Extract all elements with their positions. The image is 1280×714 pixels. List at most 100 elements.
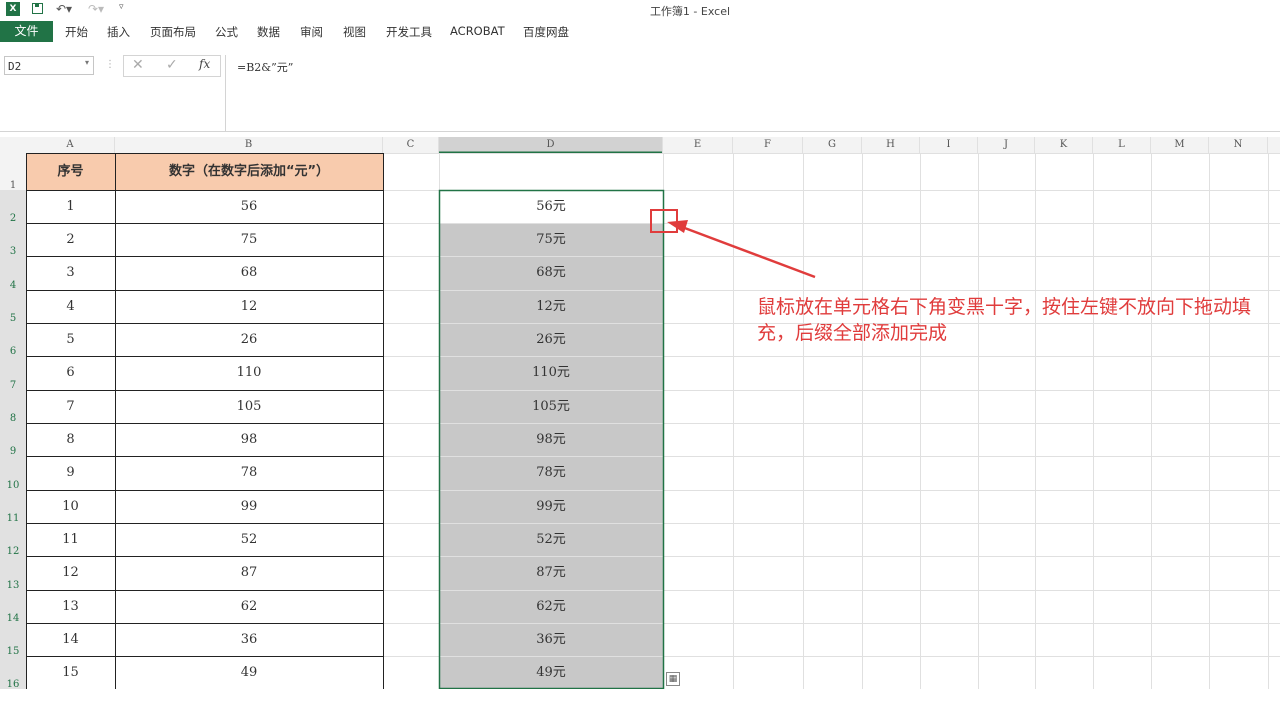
cell-b[interactable]: 99 bbox=[115, 490, 383, 523]
tab-developer[interactable]: 开发工具 bbox=[386, 24, 432, 40]
cell-a[interactable]: 1 bbox=[26, 190, 115, 223]
cell-a[interactable]: 4 bbox=[26, 290, 115, 323]
row-header[interactable]: 14 bbox=[0, 590, 26, 624]
cell-d[interactable]: 62元 bbox=[439, 590, 663, 623]
column-header[interactable]: L bbox=[1093, 137, 1151, 153]
cell-a[interactable]: 14 bbox=[26, 623, 115, 656]
cell-d[interactable]: 52元 bbox=[439, 523, 663, 556]
row-header[interactable]: 7 bbox=[0, 356, 26, 391]
row-header[interactable]: 16 bbox=[0, 656, 26, 690]
tab-acrobat[interactable]: ACROBAT bbox=[450, 24, 505, 38]
cell-a[interactable]: 9 bbox=[26, 456, 115, 490]
column-header[interactable]: F bbox=[733, 137, 803, 153]
cell-d[interactable]: 49元 bbox=[439, 656, 663, 689]
cell-b[interactable]: 78 bbox=[115, 456, 383, 490]
cell-d[interactable]: 26元 bbox=[439, 323, 663, 356]
column-header[interactable]: B bbox=[115, 137, 383, 153]
header-cell-number[interactable]: 数字（在数字后添加“元”） bbox=[115, 153, 383, 190]
cell-d[interactable]: 105元 bbox=[439, 390, 663, 423]
cell-d[interactable]: 110元 bbox=[439, 356, 663, 390]
row-header[interactable]: 1 bbox=[0, 153, 26, 191]
cell-d[interactable]: 12元 bbox=[439, 290, 663, 323]
header-cell-index[interactable]: 序号 bbox=[26, 153, 115, 190]
row-header[interactable]: 9 bbox=[0, 423, 26, 457]
cell-b[interactable]: 110 bbox=[115, 356, 383, 390]
cell-d[interactable]: 87元 bbox=[439, 556, 663, 590]
cell-d[interactable]: 75元 bbox=[439, 223, 663, 256]
tab-data[interactable]: 数据 bbox=[257, 24, 280, 40]
cell-b[interactable]: 52 bbox=[115, 523, 383, 556]
tab-review[interactable]: 审阅 bbox=[300, 24, 323, 40]
row-header[interactable]: 6 bbox=[0, 323, 26, 357]
enter-icon[interactable]: ✓ bbox=[166, 57, 178, 73]
cell-a[interactable]: 5 bbox=[26, 323, 115, 356]
column-header[interactable]: J bbox=[978, 137, 1035, 153]
autofill-options-icon[interactable]: ▦ bbox=[666, 672, 680, 686]
chevron-down-icon[interactable]: ▾ bbox=[85, 58, 89, 67]
cell-b[interactable]: 49 bbox=[115, 656, 383, 689]
cell-b[interactable]: 56 bbox=[115, 190, 383, 223]
tab-formulas[interactable]: 公式 bbox=[215, 24, 238, 40]
cancel-icon[interactable]: ✕ bbox=[132, 57, 144, 73]
resize-handle-icon[interactable]: ⋮ bbox=[105, 59, 115, 70]
cell-b[interactable]: 98 bbox=[115, 423, 383, 456]
column-header[interactable]: M bbox=[1151, 137, 1209, 153]
column-header[interactable]: A bbox=[26, 137, 115, 153]
row-header[interactable]: 3 bbox=[0, 223, 26, 257]
row-header[interactable]: 10 bbox=[0, 456, 26, 491]
cell-b[interactable]: 87 bbox=[115, 556, 383, 590]
cell-a[interactable]: 8 bbox=[26, 423, 115, 456]
cell-a[interactable]: 10 bbox=[26, 490, 115, 523]
cell-d[interactable]: 68元 bbox=[439, 256, 663, 290]
row-header[interactable]: 11 bbox=[0, 490, 26, 524]
cell-b[interactable]: 36 bbox=[115, 623, 383, 656]
column-header[interactable]: C bbox=[383, 137, 439, 153]
cell-a[interactable]: 2 bbox=[26, 223, 115, 256]
annotation-arrow bbox=[650, 209, 816, 279]
column-header[interactable]: E bbox=[663, 137, 733, 153]
row-header[interactable]: 4 bbox=[0, 256, 26, 291]
column-header[interactable]: H bbox=[862, 137, 920, 153]
cell-b[interactable]: 68 bbox=[115, 256, 383, 290]
cell-b[interactable]: 75 bbox=[115, 223, 383, 256]
cell-b[interactable]: 105 bbox=[115, 390, 383, 423]
window-title: 工作簿1 - Excel bbox=[649, 5, 731, 18]
row-header[interactable]: 12 bbox=[0, 523, 26, 557]
row-header[interactable]: 13 bbox=[0, 556, 26, 591]
cell-b[interactable]: 62 bbox=[115, 590, 383, 623]
tab-page-layout[interactable]: 页面布局 bbox=[150, 24, 196, 40]
name-box[interactable]: D2 bbox=[4, 56, 94, 75]
cell-b[interactable]: 26 bbox=[115, 323, 383, 356]
cell-a[interactable]: 12 bbox=[26, 556, 115, 590]
cell-d[interactable]: 36元 bbox=[439, 623, 663, 656]
cell-d[interactable]: 56元 bbox=[439, 190, 663, 223]
tab-baidu-netdisk[interactable]: 百度网盘 bbox=[523, 24, 569, 40]
column-header[interactable]: N bbox=[1209, 137, 1268, 153]
cell-d[interactable]: 99元 bbox=[439, 490, 663, 523]
fill-handle-highlight bbox=[650, 209, 678, 233]
row-header[interactable]: 15 bbox=[0, 623, 26, 657]
cell-d[interactable]: 78元 bbox=[439, 456, 663, 490]
cell-a[interactable]: 11 bbox=[26, 523, 115, 556]
arrow-line bbox=[681, 225, 816, 279]
cell-a[interactable]: 3 bbox=[26, 256, 115, 290]
column-header[interactable]: I bbox=[920, 137, 978, 153]
column-header[interactable]: D bbox=[439, 137, 663, 153]
formula-input[interactable]: =B2&”元” bbox=[225, 55, 1280, 131]
cell-a[interactable]: 6 bbox=[26, 356, 115, 390]
cell-b[interactable]: 12 bbox=[115, 290, 383, 323]
row-header[interactable]: 5 bbox=[0, 290, 26, 324]
row-header[interactable]: 8 bbox=[0, 390, 26, 424]
cell-a[interactable]: 15 bbox=[26, 656, 115, 689]
cell-d[interactable]: 98元 bbox=[439, 423, 663, 456]
cell-a[interactable]: 13 bbox=[26, 590, 115, 623]
tab-view[interactable]: 视图 bbox=[343, 24, 366, 40]
file-tab[interactable]: 文件 bbox=[0, 21, 53, 42]
column-header[interactable]: K bbox=[1035, 137, 1093, 153]
cell-a[interactable]: 7 bbox=[26, 390, 115, 423]
column-header[interactable]: G bbox=[803, 137, 862, 153]
row-header[interactable]: 2 bbox=[0, 190, 26, 224]
tab-insert[interactable]: 插入 bbox=[107, 24, 130, 40]
tab-home[interactable]: 开始 bbox=[65, 24, 88, 40]
fx-icon[interactable]: fx bbox=[199, 57, 210, 71]
